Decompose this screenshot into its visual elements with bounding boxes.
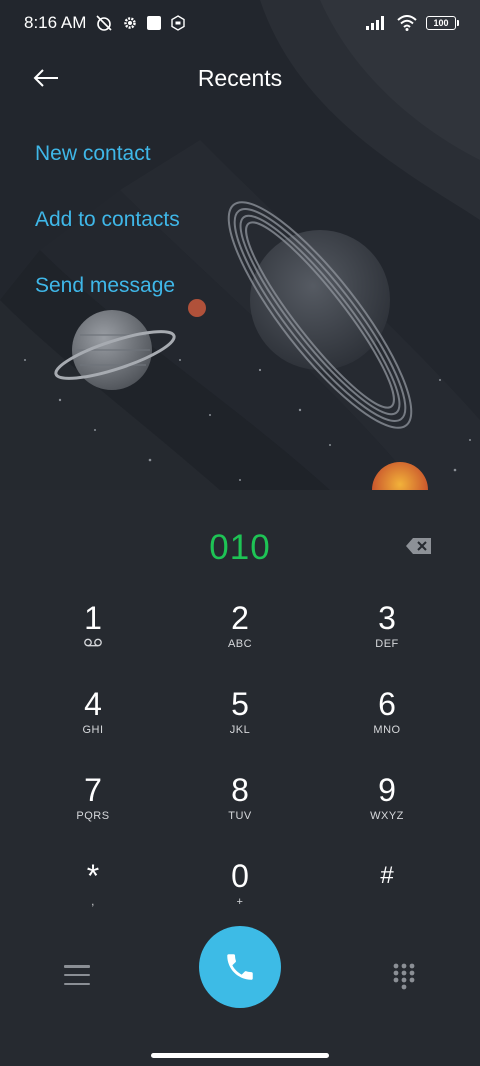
key-hash[interactable]: # (314, 858, 461, 916)
send-message-link[interactable]: Send message (35, 268, 180, 334)
dialed-number: 010 (209, 528, 271, 567)
home-indicator[interactable] (151, 1053, 329, 1058)
key-letters: DEF (375, 638, 399, 650)
hexagon-app-icon (170, 15, 186, 31)
status-time: 8:16 AM (24, 13, 87, 32)
menu-button[interactable] (64, 962, 90, 988)
key-6[interactable]: 6 MNO (314, 686, 461, 744)
menu-icon-line (64, 982, 90, 985)
key-digit: # (380, 862, 394, 889)
key-digit: 8 (231, 772, 249, 808)
key-0[interactable]: 0 + (167, 858, 314, 916)
add-to-contacts-link[interactable]: Add to contacts (35, 202, 180, 268)
key-digit: 1 (84, 600, 102, 636)
key-digit: 6 (378, 686, 396, 722)
key-9[interactable]: 9 WXYZ (314, 772, 461, 830)
key-digit: 5 (231, 686, 249, 722)
key-letters: TUV (228, 810, 252, 822)
call-button[interactable] (199, 926, 281, 1008)
muted-alarm-icon (95, 14, 113, 32)
key-digit: 4 (84, 686, 102, 722)
key-1[interactable]: 1 (20, 600, 167, 658)
key-3[interactable]: 3 DEF (314, 600, 461, 658)
key-8[interactable]: 8 TUV (167, 772, 314, 830)
number-display: 010 (0, 520, 480, 576)
app-header: Recents (0, 52, 480, 104)
key-digit: 0 (231, 858, 249, 894)
key-letters: WXYZ (370, 810, 404, 822)
key-letters: , (91, 896, 95, 908)
key-star[interactable]: * , (20, 858, 167, 916)
status-right: 100 (366, 15, 459, 31)
backspace-icon (406, 538, 431, 554)
dialpad-icon (393, 963, 415, 990)
status-bar: 8:16 AM 100 (0, 0, 480, 46)
battery-icon: 100 (426, 16, 459, 30)
key-letters: MNO (373, 724, 401, 736)
dial-keypad: 1 2 ABC 3 DEF 4 GHI 5 JKL 6 MNO 7 PQRS 8… (0, 600, 480, 916)
key-4[interactable]: 4 GHI (20, 686, 167, 744)
signal-icon (366, 16, 388, 30)
back-button[interactable] (30, 62, 62, 94)
key-7[interactable]: 7 PQRS (20, 772, 167, 830)
wifi-icon (397, 15, 417, 31)
menu-icon-line (64, 973, 90, 977)
key-5[interactable]: 5 JKL (167, 686, 314, 744)
dialpad-toggle-button[interactable] (392, 962, 416, 992)
backspace-button[interactable] (406, 536, 432, 556)
page-title: Recents (197, 64, 283, 91)
key-2[interactable]: 2 ABC (167, 600, 314, 658)
key-digit: 2 (231, 600, 249, 636)
key-letters: + (236, 896, 244, 908)
key-digit: 9 (378, 772, 396, 808)
key-digit: 7 (84, 772, 102, 808)
key-letters: ABC (227, 638, 253, 650)
menu-icon (64, 965, 90, 968)
key-letters: PQRS (76, 810, 110, 822)
phone-icon (227, 954, 253, 980)
key-digit: * (86, 858, 100, 894)
square-notification-icon (147, 16, 162, 30)
status-left: 8:16 AM (24, 13, 186, 33)
key-digit: 3 (378, 600, 396, 636)
number-actions: New contact Add to contacts Send message (35, 136, 180, 334)
back-arrow-icon (33, 69, 58, 87)
battery-level: 100 (433, 18, 449, 28)
key-letters: JKL (229, 724, 251, 736)
new-contact-link[interactable]: New contact (35, 136, 180, 202)
key-letters: GHI (82, 724, 104, 736)
voicemail-icon (84, 638, 102, 647)
settings-gear-icon (122, 15, 138, 31)
